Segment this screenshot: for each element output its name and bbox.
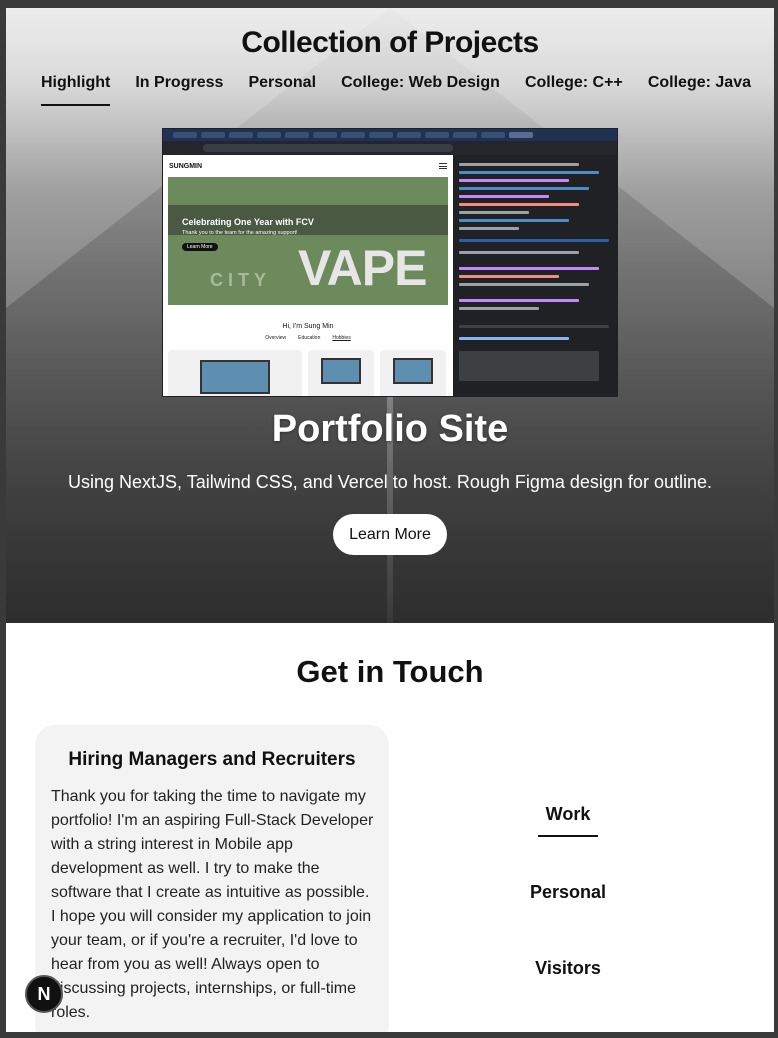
screenshot-address-bar bbox=[163, 141, 617, 155]
tab-work[interactable]: Work bbox=[486, 804, 650, 837]
page-title: Collection of Projects bbox=[241, 26, 539, 59]
project-tabs: Highlight In Progress Personal College: … bbox=[41, 74, 751, 106]
screenshot-banner-big-text: VAPE bbox=[298, 240, 427, 296]
learn-more-button[interactable]: Learn More bbox=[333, 514, 447, 555]
tab-college-java[interactable]: College: Java bbox=[648, 74, 751, 106]
project-title: Portfolio Site bbox=[271, 408, 509, 450]
projects-hero: Collection of Projects Highlight In Prog… bbox=[6, 8, 774, 623]
project-screenshot: SUNGMIN CITY VAPE Celebrating One Year w… bbox=[162, 128, 618, 397]
tab-highlight[interactable]: Highlight bbox=[41, 74, 111, 106]
recruiter-card-body: Thank you for taking the time to navigat… bbox=[51, 788, 374, 1021]
menu-icon bbox=[439, 163, 447, 169]
nextjs-dev-badge[interactable]: N bbox=[25, 975, 63, 1013]
tab-college-cpp[interactable]: College: C++ bbox=[525, 74, 623, 106]
screenshot-subtabs: Overview Education Hobbies bbox=[265, 335, 351, 341]
tab-college-web-design[interactable]: College: Web Design bbox=[341, 74, 500, 106]
screenshot-banner-title: Celebrating One Year with FCV bbox=[182, 217, 314, 227]
skyline-graphic bbox=[168, 185, 448, 235]
screenshot-cards bbox=[168, 350, 446, 396]
project-description: Using NextJS, Tailwind CSS, and Vercel t… bbox=[67, 472, 712, 492]
screenshot-devtools bbox=[453, 155, 617, 396]
screenshot-banner-button: Learn More bbox=[182, 243, 218, 251]
tab-personal[interactable]: Personal bbox=[248, 74, 316, 106]
screenshot-banner: CITY VAPE Celebrating One Year with FCV … bbox=[168, 177, 448, 305]
recruiter-card: Hiring Managers and Recruiters Thank you… bbox=[35, 725, 389, 1032]
recruiter-card-title: Hiring Managers and Recruiters bbox=[68, 749, 356, 770]
tab-visitors[interactable]: Visitors bbox=[486, 958, 650, 989]
tab-personal-contact[interactable]: Personal bbox=[486, 882, 650, 913]
screenshot-logo: SUNGMIN bbox=[169, 162, 203, 170]
screenshot-banner-city: CITY bbox=[210, 270, 272, 290]
screenshot-greeting: Hi, I'm Sung Min bbox=[282, 323, 334, 330]
screenshot-browser-tabs bbox=[163, 129, 617, 141]
tab-in-progress[interactable]: In Progress bbox=[135, 74, 223, 106]
contact-title: Get in Touch bbox=[296, 654, 484, 689]
page-frame: Collection of Projects Highlight In Prog… bbox=[6, 8, 774, 1032]
screenshot-site: SUNGMIN CITY VAPE Celebrating One Year w… bbox=[163, 155, 453, 396]
screenshot-banner-subtitle: Thank you to the team for the amazing su… bbox=[182, 230, 298, 236]
